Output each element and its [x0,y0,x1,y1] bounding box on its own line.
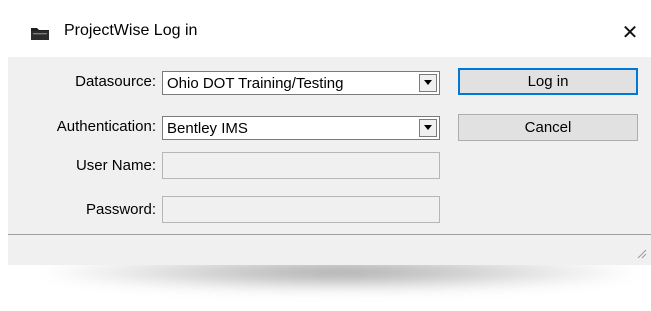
password-field[interactable] [162,196,440,223]
chevron-down-icon [424,125,432,130]
title-bar[interactable]: ProjectWise Log in ✕ [8,5,651,57]
password-label: Password: [85,201,156,218]
authentication-dropdown-button[interactable] [419,119,437,137]
username-field[interactable] [162,152,440,179]
authentication-value: Bentley IMS [167,120,248,137]
close-button[interactable]: ✕ [615,17,645,47]
cancel-button[interactable]: Cancel [458,114,638,141]
authentication-select[interactable]: Bentley IMS [162,116,440,140]
authentication-label: Authentication: [56,118,156,135]
login-button[interactable]: Log in [458,68,638,95]
status-bar [8,234,651,265]
datasource-value: Ohio DOT Training/Testing [167,75,344,92]
username-label: User Name: [75,157,156,174]
window-title: ProjectWise Log in [64,22,198,39]
datasource-label: Datasource: [75,73,156,90]
resize-grip-icon[interactable] [635,246,647,264]
folder-icon [30,25,50,41]
datasource-select[interactable]: Ohio DOT Training/Testing [162,71,440,95]
chevron-down-icon [424,80,432,85]
datasource-dropdown-button[interactable] [419,74,437,92]
login-dialog: ProjectWise Log in ✕ Datasource: Ohio DO… [8,5,651,265]
